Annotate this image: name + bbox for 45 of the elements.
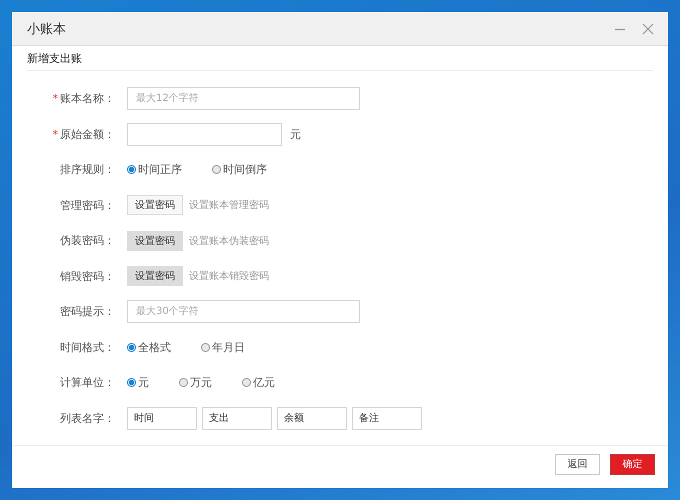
- field-label: 时间格式：: [60, 340, 115, 354]
- field-label: 计算单位：: [60, 376, 115, 390]
- field-label: 管理密码：: [60, 198, 115, 212]
- radio-option[interactable]: 年月日: [201, 340, 245, 355]
- radio-option[interactable]: 时间倒序: [212, 162, 267, 178]
- unit-label: 元: [290, 126, 301, 142]
- field-label: 伪装密码：: [60, 234, 115, 248]
- radio-option[interactable]: 元: [127, 375, 149, 390]
- field-label: 账本名称：: [60, 92, 115, 106]
- column-name-field[interactable]: 余额: [277, 406, 347, 430]
- radio-option[interactable]: 万元: [179, 375, 212, 390]
- radio-button-icon[interactable]: [212, 165, 221, 174]
- field-label: 列表名字：: [60, 412, 115, 425]
- radio-option[interactable]: 时间正序: [127, 162, 182, 178]
- radio-option[interactable]: 全格式: [127, 340, 171, 355]
- back-button[interactable]: 返回: [555, 454, 600, 474]
- radio-button-icon[interactable]: [242, 378, 251, 388]
- column-name-field[interactable]: 支出: [202, 406, 272, 430]
- field-label: 销毁密码：: [60, 270, 115, 283]
- field-label: 排序规则：: [60, 163, 115, 176]
- hint-text: 设置账本伪装密码: [189, 234, 269, 248]
- radio-button-icon[interactable]: [201, 342, 210, 352]
- window-title: 小账本: [27, 20, 67, 38]
- required-mark: *: [52, 128, 58, 141]
- input-field[interactable]: 最大30个字符: [127, 300, 360, 324]
- field-label: 密码提示：: [60, 305, 115, 318]
- hint-text: 设置账本销毁密码: [189, 270, 269, 284]
- input-field[interactable]: 最大12个字符: [127, 87, 360, 110]
- radio-button-icon[interactable]: [127, 378, 136, 388]
- confirm-button[interactable]: 确定: [610, 454, 655, 474]
- set-password-button[interactable]: 设置密码: [127, 195, 183, 216]
- column-name-field[interactable]: 时间: [127, 406, 197, 430]
- field-label: 原始金额：: [60, 128, 115, 141]
- radio-button-icon[interactable]: [127, 342, 136, 352]
- set-password-button[interactable]: 设置密码: [127, 266, 183, 286]
- column-name-field[interactable]: 备注: [352, 406, 422, 430]
- section-title: 新增支出账: [27, 46, 653, 71]
- required-mark: *: [52, 92, 58, 106]
- input-field[interactable]: [127, 122, 282, 146]
- hint-text: 设置账本管理密码: [189, 198, 269, 212]
- close-icon[interactable]: [642, 22, 654, 34]
- radio-button-icon[interactable]: [179, 378, 188, 388]
- radio-button-icon[interactable]: [127, 165, 136, 174]
- set-password-button[interactable]: 设置密码: [127, 230, 183, 251]
- radio-option[interactable]: 亿元: [242, 375, 275, 390]
